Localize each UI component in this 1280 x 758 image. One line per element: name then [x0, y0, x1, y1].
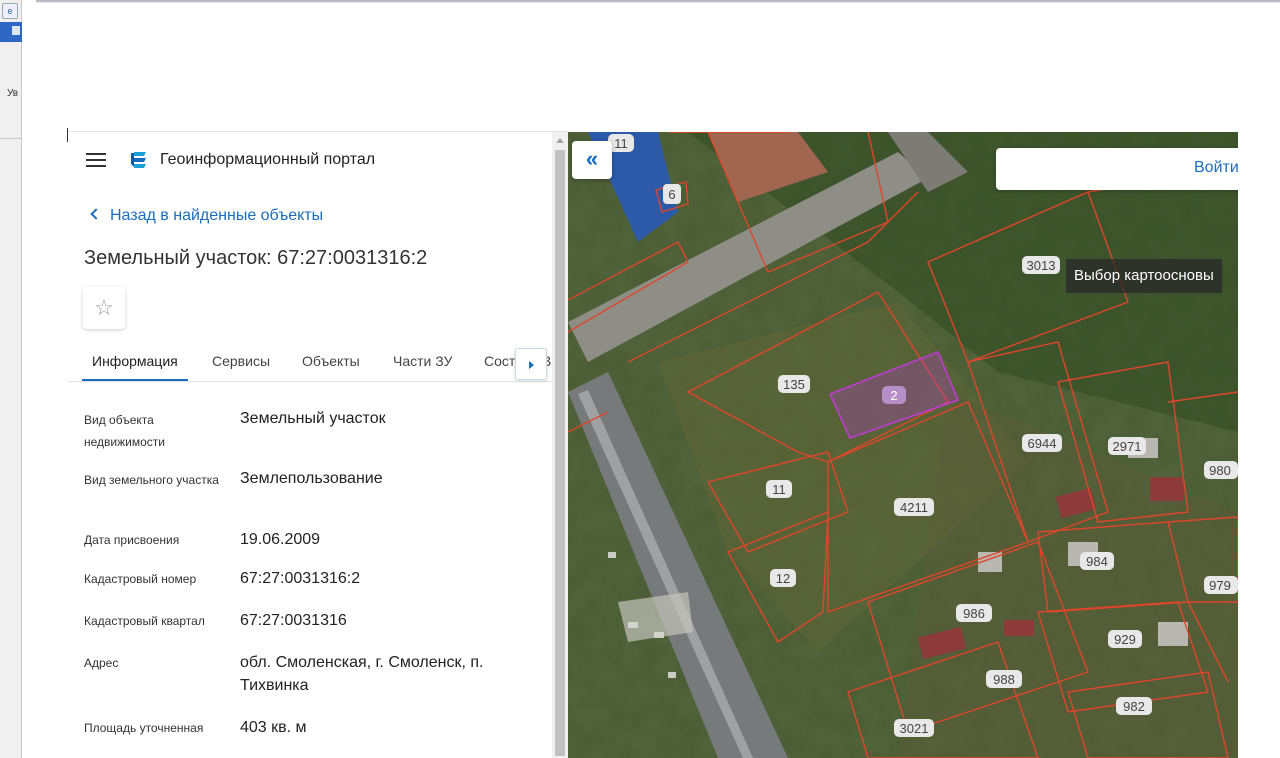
app-title: Геоинформационный портал — [160, 151, 376, 168]
tab-objects[interactable]: Объекты — [302, 353, 360, 369]
attr-label-object-type: Вид объекта недвижимости — [84, 413, 165, 449]
double-chevron-left-icon: « — [585, 146, 599, 171]
parcel-label[interactable]: 2971 — [1108, 437, 1146, 455]
attr-label-cadastral-quarter: Кадастровый квартал — [84, 614, 205, 628]
arrow-right-icon — [529, 361, 534, 369]
basemap-tooltip: Выбор картоосновы — [1066, 259, 1222, 293]
scrollbar-thumb[interactable] — [555, 150, 565, 756]
chevron-left-icon — [90, 208, 102, 220]
parcel-label[interactable]: 980 — [1204, 461, 1238, 479]
parcel-label[interactable]: 135 — [778, 375, 810, 393]
collapse-panel-button[interactable]: « — [572, 141, 612, 179]
parcel-label-text: 12 — [776, 571, 790, 586]
parcel-label-text: 135 — [783, 377, 805, 392]
tab-information[interactable]: Информация — [92, 353, 178, 369]
parcel-label-text: 2 — [890, 388, 897, 403]
attr-value-parcel-type: Землепользование — [240, 470, 383, 487]
parcel-label-text: 11 — [772, 482, 786, 497]
attr-label-address: Адрес — [84, 656, 119, 670]
panel-scrollbar[interactable] — [552, 132, 568, 758]
scroll-up-arrow-icon[interactable] — [556, 138, 564, 143]
parcel-label-text: 986 — [963, 606, 985, 621]
parcel-label-text: 3021 — [900, 721, 929, 736]
parcel-label[interactable]: 12 — [770, 569, 796, 587]
object-info-panel: Геоинформационный портал Назад в найденн… — [68, 132, 552, 758]
map-view[interactable]: 11 6 3013 135 2 6944 2971 980 11 4211 12… — [568, 132, 1238, 758]
parcel-label[interactable]: 3021 — [894, 719, 934, 737]
attr-value-area: 403 кв. м — [240, 719, 307, 736]
parcel-label[interactable]: 3013 — [1022, 256, 1060, 274]
menu-icon[interactable] — [86, 153, 106, 167]
parcel-label-text: 6944 — [1028, 436, 1057, 451]
parcel-label[interactable]: 11 — [766, 480, 792, 498]
browser-tab-icon[interactable]: e — [2, 3, 18, 19]
page-title: Земельный участок: 67:27:0031316:2 — [84, 247, 428, 269]
parcel-label[interactable]: 4211 — [894, 498, 934, 516]
star-icon: ☆ — [94, 295, 114, 320]
attr-label-cadastral-number: Кадастровый номер — [84, 572, 197, 586]
tab-parcel-parts[interactable]: Части ЗУ — [393, 353, 452, 369]
parcel-label[interactable]: 979 — [1204, 576, 1238, 594]
parcel-label[interactable]: 984 — [1080, 552, 1114, 570]
parcel-label[interactable]: 982 — [1116, 697, 1152, 715]
window-icon[interactable] — [0, 22, 22, 42]
panel-header: Геоинформационный портал — [68, 132, 552, 188]
satellite-map[interactable]: 11 6 3013 135 2 6944 2971 980 11 4211 12… — [568, 132, 1238, 758]
parcel-label[interactable]: 6944 — [1022, 434, 1062, 452]
parcel-label-text: 980 — [1209, 463, 1231, 478]
attr-value-address: обл. Смоленская, г. Смоленск, п. Тихвинк… — [240, 654, 484, 694]
parcel-label[interactable]: 988 — [986, 670, 1022, 688]
active-tab-indicator — [82, 379, 188, 381]
parcel-label[interactable]: 6 — [663, 184, 681, 204]
parcel-label[interactable]: 986 — [956, 604, 992, 622]
portal-logo-icon — [131, 152, 146, 168]
attr-label-assignment-date: Дата присвоения — [84, 533, 180, 547]
tabs-scroll-right-button[interactable] — [515, 348, 547, 380]
parcel-label[interactable]: 929 — [1108, 630, 1142, 648]
os-side-text: Ув — [7, 88, 19, 99]
os-taskbar: e Ув — [0, 0, 22, 758]
attr-value-cadastral-number: 67:27:0031316:2 — [240, 570, 361, 587]
parcel-label[interactable]: 2 — [882, 386, 906, 404]
tab-composition[interactable]: Сост — [484, 353, 515, 369]
attr-value-object-type: Земельный участок — [240, 410, 386, 427]
parcel-label-text: 984 — [1086, 554, 1108, 569]
parcel-label-text: 979 — [1209, 578, 1231, 593]
parcel-label-text: 4211 — [900, 500, 928, 515]
parcel-label-text: 988 — [993, 672, 1015, 687]
attr-value-assignment-date: 19.06.2009 — [240, 531, 321, 548]
attr-label-area: Площадь уточненная — [84, 721, 204, 735]
attr-value-cadastral-quarter: 67:27:0031316 — [240, 612, 347, 629]
parcel-label-text: 11 — [614, 136, 628, 151]
back-link-label: Назад в найденные объекты — [110, 207, 324, 224]
back-to-results-link[interactable]: Назад в найденные объекты — [88, 207, 323, 225]
parcel-label-text: 982 — [1123, 699, 1145, 714]
parcel-label-text: 929 — [1114, 632, 1136, 647]
parcel-label-text: 2971 — [1113, 439, 1142, 454]
parcel-label-text: 6 — [668, 187, 675, 202]
parcel-label-text: 3013 — [1027, 258, 1056, 273]
tab-bar: Информация Сервисы Объекты Части ЗУ Сост… — [68, 342, 552, 382]
attr-label-parcel-type: Вид земельного участка — [84, 473, 219, 487]
login-button[interactable]: Войти — [1194, 159, 1238, 177]
tab-services[interactable]: Сервисы — [212, 353, 270, 369]
favorite-button[interactable]: ☆ — [83, 287, 125, 329]
login-bar: Войти — [996, 148, 1238, 190]
